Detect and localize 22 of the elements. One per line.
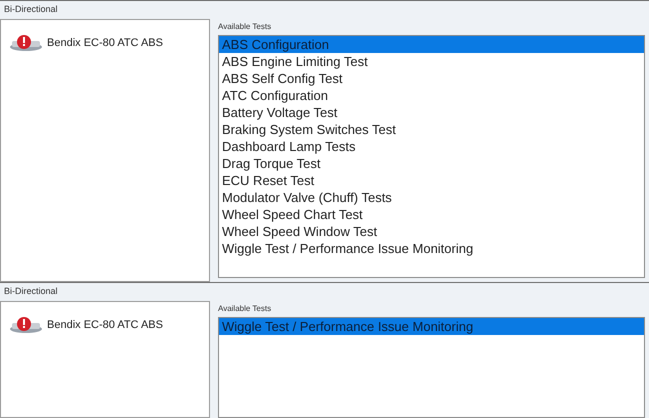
test-item[interactable]: ECU Reset Test [219,172,644,189]
test-item[interactable]: Dashboard Lamp Tests [219,138,644,155]
panel-title: Bi-Directional [4,285,58,298]
test-item[interactable]: ABS Configuration [219,36,644,53]
alert-module-icon [9,34,43,52]
panel-title: Bi-Directional [4,3,58,16]
test-item[interactable]: Drag Torque Test [219,155,644,172]
device-name[interactable]: Bendix EC-80 ATC ABS [47,316,163,334]
test-item[interactable]: Braking System Switches Test [219,121,644,138]
test-item[interactable]: Wheel Speed Chart Test [219,206,644,223]
alert-module-icon [9,316,43,334]
test-item[interactable]: Modulator Valve (Chuff) Tests [219,189,644,206]
test-item[interactable]: Wheel Speed Window Test [219,223,644,240]
test-item[interactable]: ABS Engine Limiting Test [219,53,644,70]
list-label: Available Tests [218,303,272,315]
test-item[interactable]: Battery Voltage Test [219,104,644,121]
device-name[interactable]: Bendix EC-80 ATC ABS [47,34,163,52]
list-label: Available Tests [218,21,272,33]
test-item[interactable]: ATC Configuration [219,87,644,104]
test-item[interactable]: Wiggle Test / Performance Issue Monitoring [219,318,644,335]
test-item[interactable]: Wiggle Test / Performance Issue Monitoring [219,240,644,257]
test-item[interactable]: ABS Self Config Test [219,70,644,87]
